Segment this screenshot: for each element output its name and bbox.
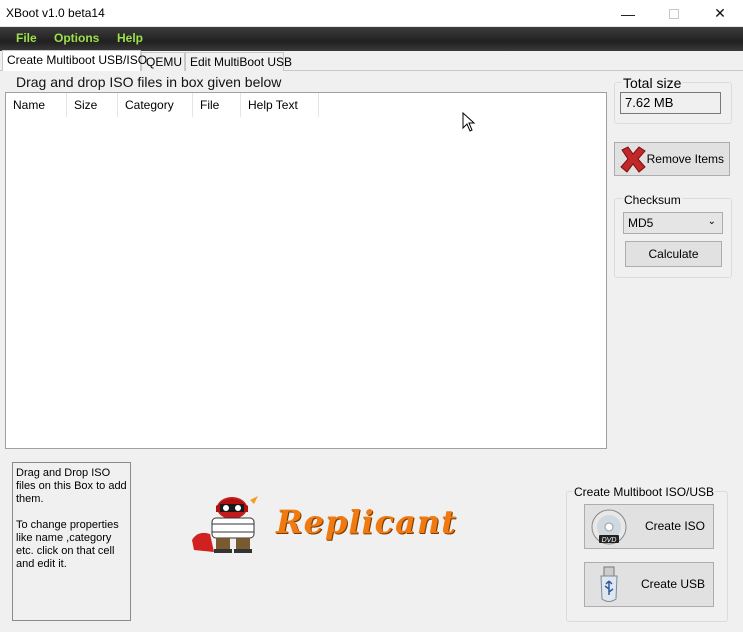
create-usb-button[interactable]: Create USB bbox=[584, 562, 714, 607]
dvd-icon: DVD bbox=[591, 509, 627, 545]
column-header-category[interactable]: Category bbox=[118, 93, 193, 117]
menu-help[interactable]: Help bbox=[117, 31, 143, 45]
tab-qemu[interactable]: QEMU bbox=[141, 52, 185, 71]
checksum-label: Checksum bbox=[623, 193, 682, 207]
maximize-button[interactable] bbox=[651, 0, 697, 27]
tab-create-multiboot[interactable]: Create Multiboot USB/ISO bbox=[2, 50, 147, 71]
svg-text:DVD: DVD bbox=[602, 537, 617, 544]
menu-file[interactable]: File bbox=[16, 31, 37, 45]
create-usb-label: Create USB bbox=[640, 577, 705, 591]
menu-options[interactable]: Options bbox=[54, 31, 99, 45]
create-iso-button[interactable]: DVD Create ISO bbox=[584, 504, 714, 549]
column-header-help-text[interactable]: Help Text bbox=[241, 93, 319, 117]
calculate-label: Calculate bbox=[648, 247, 699, 261]
checksum-select[interactable]: MD5 ⌄ bbox=[623, 212, 723, 234]
menu-bar: File Options Help bbox=[0, 27, 743, 51]
checksum-selected-value: MD5 bbox=[628, 216, 654, 230]
total-size-label: Total size bbox=[622, 75, 683, 91]
create-multiboot-label: Create Multiboot ISO/USB bbox=[573, 485, 716, 499]
title-bar: XBoot v1.0 beta14 — ✕ bbox=[0, 0, 743, 27]
help-text-box: Drag and Drop ISO files on this Box to a… bbox=[12, 462, 131, 621]
maximize-icon bbox=[669, 8, 679, 19]
column-header-file[interactable]: File bbox=[193, 93, 241, 117]
tab-edit-multiboot[interactable]: Edit MultiBoot USB bbox=[185, 52, 292, 71]
calculate-button[interactable]: Calculate bbox=[625, 241, 722, 267]
minimize-button[interactable]: — bbox=[605, 0, 651, 27]
red-x-icon bbox=[620, 146, 646, 173]
minimize-icon: — bbox=[621, 5, 635, 22]
close-icon: ✕ bbox=[714, 5, 726, 21]
total-size-value: 7.62 MB bbox=[620, 92, 721, 114]
iso-list[interactable]: Name Size Category File Help Text bbox=[5, 92, 607, 449]
drop-hint: Drag and drop ISO files in box given bel… bbox=[16, 74, 282, 90]
chevron-down-icon: ⌄ bbox=[707, 216, 716, 227]
close-button[interactable]: ✕ bbox=[697, 0, 743, 27]
help-line: Drag and Drop ISO files on this Box to a… bbox=[16, 467, 127, 505]
help-line: To change properties like name ,category… bbox=[16, 519, 119, 570]
remove-items-label: Remove Items bbox=[646, 152, 724, 166]
usb-drive-icon bbox=[600, 566, 618, 602]
logo-text: Replicant bbox=[276, 503, 457, 541]
mouse-cursor-icon bbox=[462, 112, 476, 132]
create-iso-label: Create ISO bbox=[644, 519, 705, 533]
column-header-name[interactable]: Name bbox=[6, 93, 67, 117]
column-header-size[interactable]: Size bbox=[67, 93, 118, 117]
window-title: XBoot v1.0 beta14 bbox=[6, 6, 105, 20]
remove-items-button[interactable]: Remove Items bbox=[614, 142, 730, 176]
